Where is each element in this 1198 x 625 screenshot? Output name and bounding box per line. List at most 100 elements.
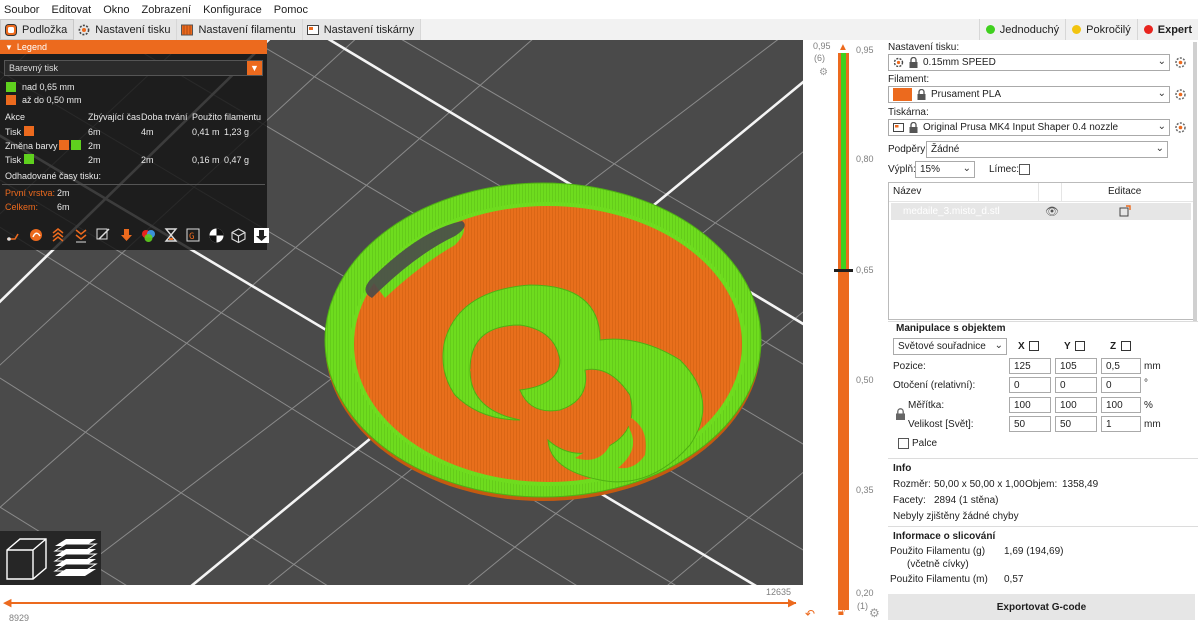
- 3d-view-icon[interactable]: [6, 538, 47, 580]
- tool-marker-icon[interactable]: [253, 227, 270, 244]
- color-changes-icon[interactable]: [140, 227, 157, 244]
- print-settings-edit-icon[interactable]: [1174, 56, 1187, 69]
- lock-icon: [908, 121, 919, 133]
- scale-y-input[interactable]: 100: [1055, 397, 1097, 413]
- rotation-label: Otočení (relativní):: [893, 380, 976, 391]
- cog-icon[interactable]: ⚙: [819, 67, 828, 78]
- eye-icon[interactable]: 👁︎: [1045, 205, 1059, 218]
- rotation-x-input[interactable]: 0: [1009, 377, 1051, 393]
- menu-window[interactable]: Okno: [103, 4, 129, 16]
- axis-y-icon[interactable]: [1075, 341, 1085, 351]
- menu-view[interactable]: Zobrazení: [142, 4, 192, 16]
- coordinates-select[interactable]: Světové souřadnice ⌄: [893, 338, 1007, 355]
- tab-plater[interactable]: Podložka: [0, 19, 75, 40]
- export-gcode-button[interactable]: Exportovat G-code: [888, 594, 1195, 620]
- scale-x-input[interactable]: 100: [1009, 397, 1051, 413]
- used-g-value: 1,69 (194,69): [1004, 546, 1064, 557]
- color-swatch: [24, 154, 34, 164]
- pause-icon[interactable]: [163, 227, 180, 244]
- deretractions-icon[interactable]: [73, 227, 90, 244]
- scale-z-input[interactable]: 100: [1101, 397, 1141, 413]
- position-y-input[interactable]: 105: [1055, 358, 1097, 374]
- center-of-gravity-icon[interactable]: [208, 227, 225, 244]
- position-y-value: 105: [1060, 360, 1077, 372]
- tool-changes-icon[interactable]: [118, 227, 135, 244]
- menu-edit[interactable]: Editovat: [51, 4, 91, 16]
- filament-edit-icon[interactable]: [1174, 88, 1187, 101]
- menu-help[interactable]: Pomoc: [274, 4, 308, 16]
- menu-configuration[interactable]: Konfigurace: [203, 4, 262, 16]
- view-type-select[interactable]: Barevný tisk ▼: [4, 60, 263, 76]
- tab-printer-settings[interactable]: Nastavení tiskárny: [302, 19, 422, 40]
- filament-select[interactable]: Prusament PLA ⌄: [888, 86, 1170, 103]
- retractions-icon[interactable]: [50, 227, 67, 244]
- object-row[interactable]: medaile_3.misto_d.stl 👁︎: [891, 203, 1191, 220]
- printer-icon: [306, 24, 319, 36]
- tab-print-settings[interactable]: Nastavení tisku: [74, 19, 178, 40]
- rotation-z-input[interactable]: 0: [1101, 377, 1141, 393]
- filament-value: Prusament PLA: [931, 89, 1002, 100]
- chevron-down-icon: ⌄: [1157, 88, 1166, 99]
- size-z-input[interactable]: 1: [1101, 416, 1141, 432]
- size-y-input[interactable]: 50: [1055, 416, 1097, 432]
- slider-top-right-value: 0,95: [856, 45, 874, 55]
- undo-arrow-icon[interactable]: ↶: [805, 607, 815, 621]
- row-length: 0,41 m: [192, 127, 220, 137]
- tab-plater-label: Podložka: [22, 23, 68, 36]
- rotation-y-input[interactable]: 0: [1055, 377, 1097, 393]
- mode-expert[interactable]: Expert: [1136, 19, 1198, 40]
- edit-settings-icon[interactable]: [1119, 205, 1131, 220]
- row-action: Tisk: [5, 127, 22, 137]
- scale-lock-icon[interactable]: [895, 408, 906, 423]
- rotation-x-value: 0: [1014, 379, 1020, 391]
- infill-select[interactable]: 15% ⌄: [915, 161, 975, 178]
- legend-item-below: až do 0,50 mm: [6, 95, 82, 105]
- wipe-icon[interactable]: [28, 227, 45, 244]
- preview-layers-icon[interactable]: [53, 539, 98, 576]
- horizontal-slider[interactable]: ◀ ▶ 8929 12635: [0, 585, 803, 625]
- shells-icon[interactable]: [230, 227, 247, 244]
- axis-z-icon[interactable]: [1121, 341, 1131, 351]
- slider-right-thumb[interactable]: ▶: [788, 596, 796, 609]
- mode-advanced[interactable]: Pokročilý: [1065, 19, 1137, 40]
- color-change-band: [841, 53, 846, 271]
- gear-icon: [893, 57, 904, 68]
- mode-simple[interactable]: Jednoduchý: [978, 19, 1066, 40]
- drop-to-bed-icon[interactable]: [1029, 341, 1039, 351]
- position-z-input[interactable]: 0,5: [1101, 358, 1141, 374]
- travel-icon[interactable]: [5, 227, 22, 244]
- custom-gcode-icon[interactable]: G: [185, 227, 202, 244]
- tab-filament-settings[interactable]: Nastavení filamentu: [177, 19, 303, 40]
- row-weight: 1,23 g: [224, 127, 250, 137]
- brim-checkbox[interactable]: [1019, 164, 1030, 175]
- inches-checkbox[interactable]: [898, 438, 909, 449]
- size-x-input[interactable]: 50: [1009, 416, 1051, 432]
- plater-icon: [5, 23, 17, 36]
- used-g-sub: (včetně cívky): [907, 559, 969, 570]
- print-settings-select[interactable]: 0.15mm SPEED ⌄: [888, 54, 1170, 71]
- filament-color-swatch[interactable]: [893, 88, 912, 101]
- slider-left-thumb[interactable]: ◀: [3, 596, 11, 609]
- position-label: Pozice:: [893, 361, 926, 372]
- slider-top-thumb[interactable]: ▲: [838, 42, 848, 53]
- mode-simple-label: Jednoduchý: [999, 23, 1060, 36]
- scrollbar[interactable]: [1193, 42, 1197, 322]
- settings-cog-icon[interactable]: ⚙: [869, 606, 880, 620]
- layer-slider[interactable]: 0,95 (6) 0,95 ▲ ⚙ 0,80 0,65 0,50 0,35 ▼ …: [803, 40, 885, 625]
- total-label: Celkem:: [5, 202, 39, 212]
- legend-header[interactable]: ▼ Legend: [0, 40, 267, 54]
- printer-select[interactable]: Original Prusa MK4 Input Shaper 0.4 nozz…: [888, 119, 1170, 136]
- tab-printer-settings-label: Nastavení tiskárny: [323, 23, 415, 36]
- lock-icon[interactable]: 🔓︎: [838, 606, 845, 619]
- legend-panel: ▼ Legend Barevný tisk ▼ nad 0,65 mm až d…: [0, 40, 270, 250]
- row-remaining: 2m: [88, 155, 101, 165]
- supports-select[interactable]: Žádné ⌄: [926, 141, 1168, 158]
- size-z-value: 1: [1106, 418, 1112, 430]
- printer-edit-icon[interactable]: [1174, 121, 1187, 134]
- position-x-input[interactable]: 125: [1009, 358, 1051, 374]
- brim-label: Límec:: [989, 164, 1020, 175]
- menu-file[interactable]: Soubor: [4, 4, 39, 16]
- color-swatch: [6, 95, 16, 105]
- seams-icon[interactable]: [95, 227, 112, 244]
- slider-left-value: 8929: [9, 613, 30, 623]
